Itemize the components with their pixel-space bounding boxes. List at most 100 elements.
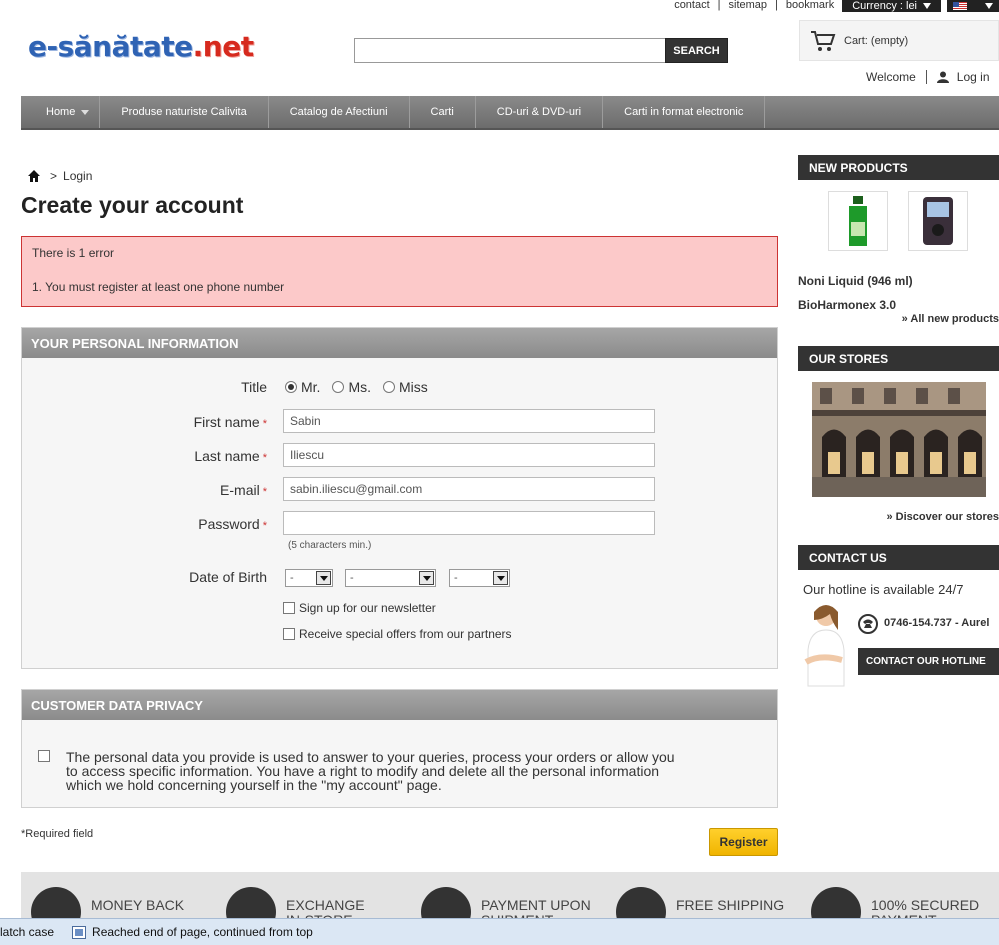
dob-month-select[interactable]: - [345, 569, 436, 587]
radio-label: Miss [399, 379, 428, 395]
dob-day-select[interactable]: - [285, 569, 333, 587]
separator: | [775, 0, 778, 11]
language-selector[interactable] [947, 0, 999, 12]
lastname-field[interactable]: Iliescu [283, 443, 655, 467]
radio-button[interactable] [285, 381, 297, 393]
register-button[interactable]: Register [709, 828, 778, 856]
login-link[interactable]: Log in [957, 70, 990, 84]
radio-label: Mr. [301, 379, 321, 395]
product-name[interactable]: BioHarmonex 3.0 [798, 298, 896, 312]
nav-label: Home [46, 106, 76, 118]
breadcrumb-separator: > [50, 169, 58, 183]
select-value: - [454, 572, 458, 584]
nav-item-ebooks[interactable]: Carti in format electronic [603, 96, 766, 128]
reassurance-label: FREE SHIPPING [676, 897, 785, 913]
discover-stores-link[interactable]: » Discover our stores [887, 511, 999, 523]
error-heading: There is 1 error [32, 246, 115, 260]
newsletter-option[interactable]: Sign up for our newsletter [283, 601, 436, 615]
us-flag-icon [953, 2, 967, 10]
support-agent-image [804, 605, 845, 687]
home-icon[interactable] [28, 170, 40, 182]
contact-hotline-button[interactable]: CONTACT OUR HOTLINE [858, 648, 999, 675]
logo-text-suffix: .net [192, 30, 254, 63]
product-name[interactable]: Noni Liquid (946 ml) [798, 274, 913, 288]
chevron-down-icon [419, 571, 434, 585]
currency-selector[interactable]: Currency : lei [842, 0, 941, 12]
nav-item-produse[interactable]: Produse naturiste Calivita [100, 96, 269, 128]
site-logo[interactable]: e-sănătate.net [28, 30, 254, 63]
title-options: Mr. Ms. Miss [285, 379, 428, 395]
nav-item-home[interactable]: Home [21, 96, 101, 128]
match-case-option[interactable]: latch case [0, 925, 54, 939]
search-button[interactable]: SEARCH [665, 38, 728, 63]
contact-link[interactable]: contact [674, 0, 709, 11]
cart-icon [811, 30, 836, 51]
nav-label: Produse naturiste Calivita [121, 106, 247, 118]
sitemap-link[interactable]: sitemap [729, 0, 768, 11]
reassurance-label: 100% SECURED [871, 897, 980, 913]
offers-option[interactable]: Receive special offers from our partners [283, 627, 512, 641]
reassurance-label: PAYMENT UPON [481, 897, 591, 913]
nav-item-catalog[interactable]: Catalog de Afectiuni [269, 96, 410, 128]
password-field[interactable] [283, 511, 655, 535]
title-label: Title [241, 379, 267, 395]
divider [925, 70, 927, 84]
offers-checkbox[interactable] [283, 628, 295, 640]
logo-text-main: e-sănătate [28, 30, 193, 63]
nav-label: Catalog de Afectiuni [289, 106, 388, 118]
find-status-message: Reached end of page, continued from top [92, 925, 313, 939]
label-text: E-mail [220, 482, 260, 498]
store-photo[interactable] [812, 382, 986, 497]
bookmark-link[interactable]: bookmark [786, 0, 834, 11]
breadcrumb: > Login [28, 169, 92, 183]
dob-label: Date of Birth [189, 569, 267, 585]
required-mark: * [262, 452, 267, 464]
select-value: - [290, 572, 294, 584]
privacy-checkbox[interactable] [38, 750, 50, 762]
chevron-down-icon [923, 3, 931, 9]
nav-item-carti[interactable]: Carti [410, 96, 476, 128]
separator: | [717, 0, 721, 11]
reassurance-label: EXCHANGE [286, 897, 365, 913]
hotline-text: Our hotline is available 24/7 [803, 582, 964, 597]
page-title: Create your account [21, 192, 244, 218]
radio-button[interactable] [332, 381, 345, 393]
nav-item-cd-dvd[interactable]: CD-uri & DVD-uri [476, 96, 604, 128]
top-links: contact | sitemap | bookmark Currency : … [674, 0, 999, 13]
main-nav: Home Produse naturiste Calivita Catalog … [21, 96, 999, 130]
product-thumbnail-bioharmonex[interactable] [908, 191, 968, 251]
title-ms[interactable]: Ms. [332, 379, 371, 395]
cart-block[interactable]: Cart: (empty) [799, 20, 999, 61]
chevron-down-icon [985, 3, 993, 9]
privacy-panel: CUSTOMER DATA PRIVACY The personal data … [21, 689, 778, 808]
product-thumbnail-noni[interactable] [828, 191, 888, 251]
hotline-phone: 0746-154.737 - Aurel [884, 617, 990, 629]
label-text: First name [193, 414, 260, 430]
lastname-label: Last name * [22, 448, 267, 464]
email-field[interactable]: sabin.iliescu@gmail.com [283, 477, 655, 501]
label-text: Password [198, 516, 260, 532]
newsletter-checkbox[interactable] [283, 602, 295, 614]
email-label: E-mail * [22, 482, 267, 498]
search-input[interactable] [354, 38, 666, 63]
password-hint: (5 characters min.) [288, 540, 372, 551]
chevron-down-icon [81, 109, 90, 115]
browser-find-bar: latch case Reached end of page, continue… [0, 918, 999, 945]
title-miss[interactable]: Miss [383, 379, 428, 395]
all-new-products-link[interactable]: » All new products [902, 313, 999, 325]
required-note: *Required field [21, 828, 94, 840]
welcome-text: Welcome [866, 70, 916, 84]
breadcrumb-current: Login [63, 169, 93, 183]
label-text: Last name [194, 448, 260, 464]
device-icon [923, 197, 953, 245]
required-mark: * [262, 418, 267, 430]
radio-button[interactable] [383, 381, 396, 393]
user-area: Welcome Log in [866, 70, 990, 84]
password-label: Password * [22, 516, 267, 532]
currency-label: Currency : lei [852, 0, 917, 12]
dob-year-select[interactable]: - [449, 569, 510, 587]
phone-icon [858, 614, 878, 634]
firstname-field[interactable]: Sabin [283, 409, 655, 433]
bottle-icon [849, 196, 867, 246]
title-mr[interactable]: Mr. [285, 379, 320, 395]
